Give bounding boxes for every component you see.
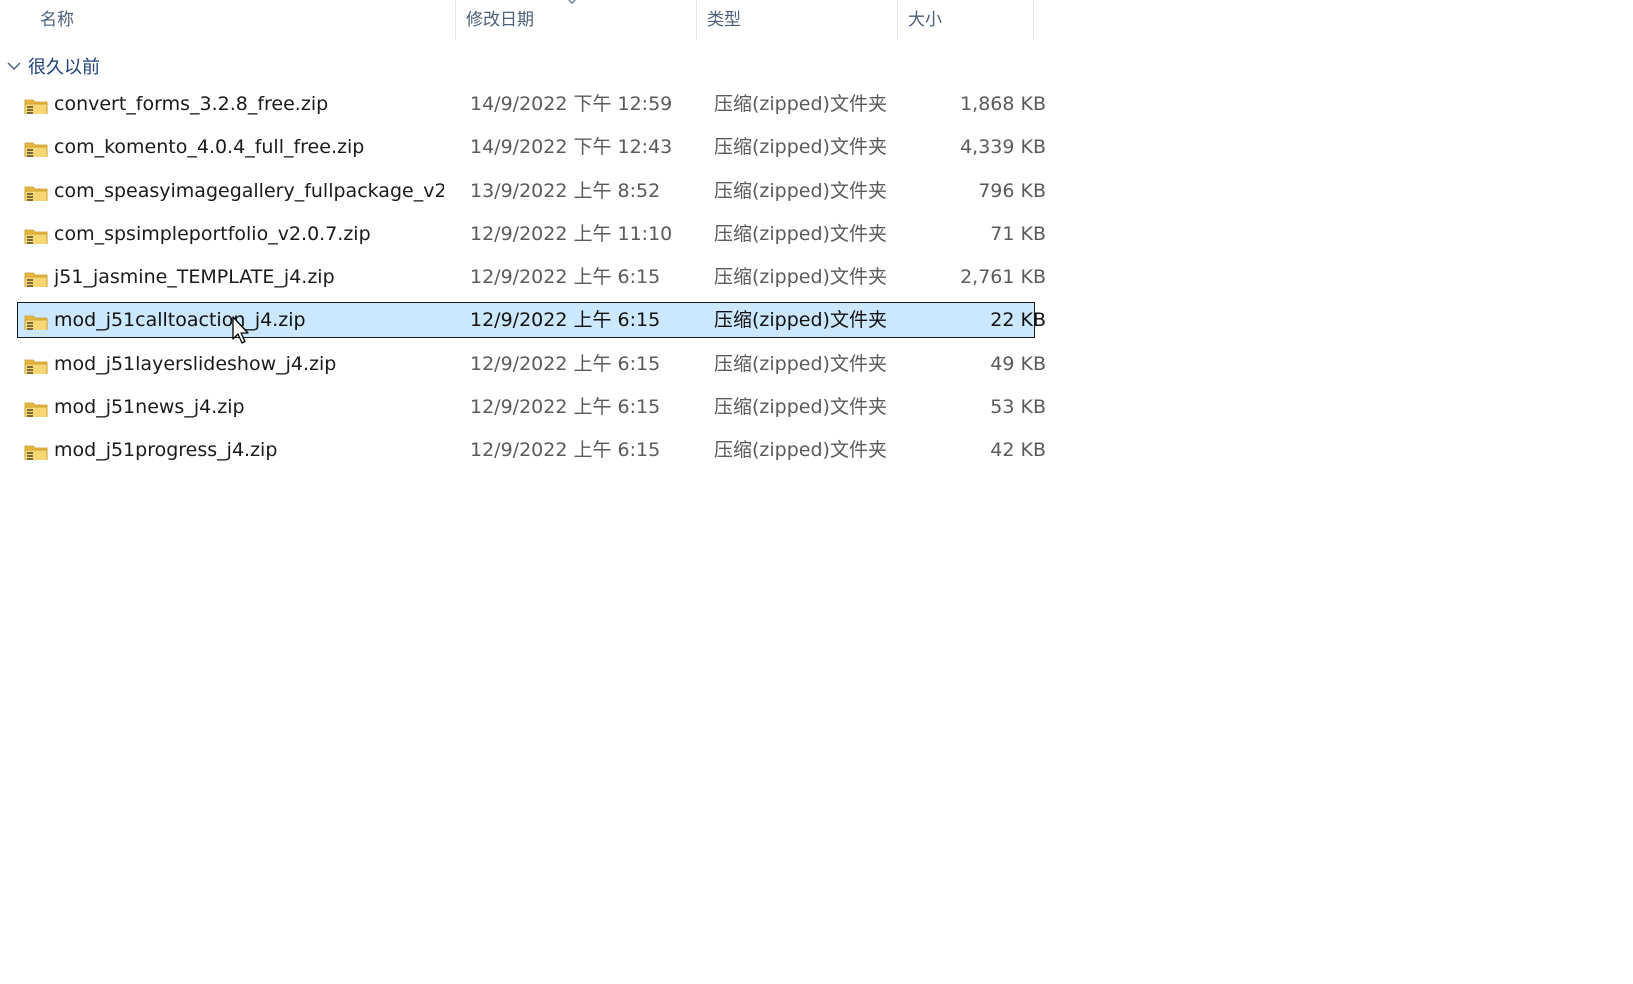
column-header-bar: 名称 修改日期 类型 大小 xyxy=(0,0,1040,40)
zip-folder-icon xyxy=(24,310,48,331)
column-header-name-label: 名称 xyxy=(40,10,74,30)
column-header-date-label: 修改日期 xyxy=(466,10,534,30)
file-modified-date: 12/9/2022 上午 11:10 xyxy=(470,222,673,245)
file-size: 1,868 KB xyxy=(960,93,1046,115)
zip-folder-icon xyxy=(24,181,48,201)
file-size: 2,761 KB xyxy=(960,266,1046,289)
column-header-size[interactable]: 大小 xyxy=(898,0,1033,40)
column-header-size-label: 大小 xyxy=(908,10,942,30)
file-row[interactable]: com_spsimpleportfolio_v2.0.7.zip 12/9/202… xyxy=(17,216,1046,252)
file-modified-date: 12/9/2022 上午 6:15 xyxy=(470,439,661,462)
file-name: mod_j51layerslideshow_j4.zip xyxy=(54,352,337,375)
file-size: 4,339 KB xyxy=(960,136,1046,159)
file-type: 压缩(zipped)文件夹 xyxy=(714,352,887,375)
file-size: 22 KB xyxy=(990,309,1046,332)
zip-folder-icon xyxy=(24,137,48,158)
zip-folder-icon xyxy=(24,267,48,288)
file-row[interactable]: convert_forms_3.2.8_free.zip 14/9/2022 下午… xyxy=(17,86,1046,122)
file-row[interactable]: com_speasyimagegallery_fullpackage_v2.0.… xyxy=(17,173,1046,209)
file-modified-date: 12/9/2022 上午 6:15 xyxy=(470,309,661,332)
column-header-type-label: 类型 xyxy=(707,10,741,30)
file-size: 796 KB xyxy=(978,179,1046,202)
chevron-down-icon[interactable] xyxy=(0,50,28,82)
file-name: com_spsimpleportfolio_v2.0.7.zip xyxy=(54,222,371,245)
file-modified-date: 12/9/2022 上午 6:15 xyxy=(470,266,661,289)
file-modified-date: 12/9/2022 上午 6:15 xyxy=(470,396,661,419)
file-modified-date: 14/9/2022 下午 12:59 xyxy=(470,93,673,115)
file-row[interactable]: mod_j51progress_j4.zip 12/9/2022 上午 6:15 压… xyxy=(17,432,1046,468)
file-row[interactable]: mod_j51news_j4.zip 12/9/2022 上午 6:15 压缩(zi… xyxy=(17,389,1046,425)
file-type: 压缩(zipped)文件夹 xyxy=(714,179,887,202)
column-divider[interactable] xyxy=(1033,0,1034,40)
file-type: 压缩(zipped)文件夹 xyxy=(714,439,887,462)
group-header-label: 很久以前 xyxy=(28,57,100,78)
column-header-type[interactable]: 类型 xyxy=(697,0,897,40)
file-modified-date: 14/9/2022 下午 12:43 xyxy=(470,136,673,159)
file-row[interactable]: mod_j51calltoaction_j4.zip 12/9/2022 上午 6… xyxy=(17,302,1046,339)
file-row[interactable]: mod_j51layerslideshow_j4.zip 12/9/2022 上午… xyxy=(17,346,1046,382)
file-name: j51_jasmine_TEMPLATE_j4.zip xyxy=(54,266,335,289)
zip-folder-icon xyxy=(24,354,48,374)
file-size: 49 KB xyxy=(990,352,1046,375)
file-name: com_komento_4.0.4_full_free.zip xyxy=(54,136,365,159)
zip-folder-icon xyxy=(24,397,48,418)
file-type: 压缩(zipped)文件夹 xyxy=(714,309,887,332)
file-name: mod_j51news_j4.zip xyxy=(54,396,245,419)
file-size: 71 KB xyxy=(990,222,1046,245)
file-type: 压缩(zipped)文件夹 xyxy=(714,222,887,245)
file-size: 53 KB xyxy=(990,396,1046,419)
file-name: mod_j51calltoaction_j4.zip xyxy=(54,309,306,332)
zip-folder-icon xyxy=(24,94,48,114)
file-name: mod_j51progress_j4.zip xyxy=(54,439,278,462)
chevron-down-icon xyxy=(568,0,576,4)
file-explorer-details-view: 名称 修改日期 类型 大小 很久以前 convert_forms_3.2.8_f… xyxy=(0,0,1633,984)
file-type: 压缩(zipped)文件夹 xyxy=(714,396,887,419)
file-modified-date: 12/9/2022 上午 6:15 xyxy=(470,352,661,375)
file-size: 42 KB xyxy=(990,439,1046,462)
file-type: 压缩(zipped)文件夹 xyxy=(714,266,887,289)
group-header[interactable]: 很久以前 xyxy=(0,50,300,82)
file-name: com_speasyimagegallery_fullpackage_v2.0.… xyxy=(54,179,444,202)
file-row[interactable]: j51_jasmine_TEMPLATE_j4.zip 12/9/2022 上午 … xyxy=(17,259,1046,295)
zip-folder-icon xyxy=(24,440,48,461)
file-row[interactable]: com_komento_4.0.4_full_free.zip 14/9/2022… xyxy=(17,129,1046,165)
column-header-name[interactable]: 名称 xyxy=(30,0,455,40)
file-type: 压缩(zipped)文件夹 xyxy=(714,93,887,115)
file-type: 压缩(zipped)文件夹 xyxy=(714,136,887,159)
file-list: convert_forms_3.2.8_free.zip 14/9/2022 下午… xyxy=(17,86,1046,476)
column-header-date[interactable]: 修改日期 xyxy=(456,0,696,40)
file-name: convert_forms_3.2.8_free.zip xyxy=(54,93,329,115)
zip-folder-icon xyxy=(24,224,48,244)
file-modified-date: 13/9/2022 上午 8:52 xyxy=(470,179,661,202)
